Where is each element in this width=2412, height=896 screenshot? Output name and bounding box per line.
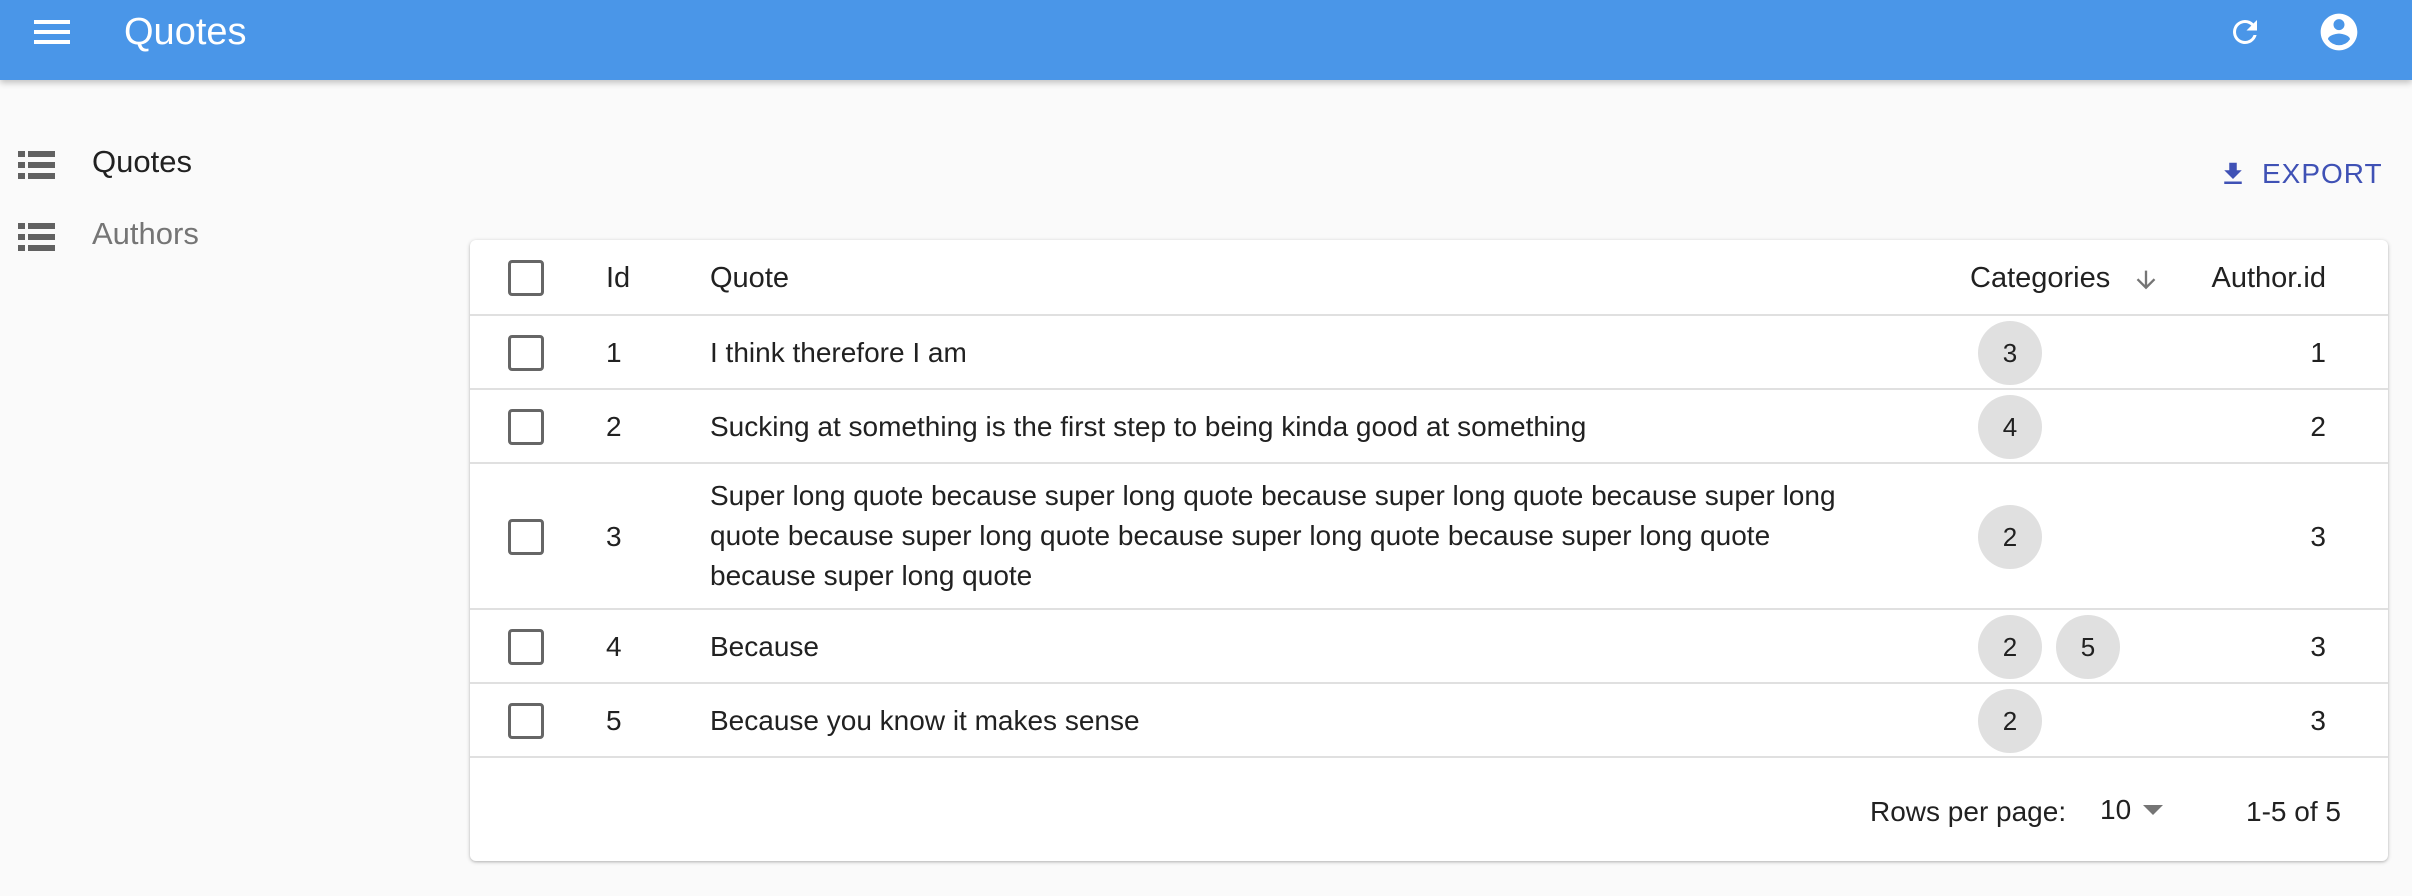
cell-quote: Because <box>710 631 819 662</box>
cell-author-id: 3 <box>2310 705 2326 736</box>
row-checkbox[interactable] <box>508 519 544 555</box>
row-checkbox[interactable] <box>508 409 544 445</box>
sidebar-item-authors[interactable]: Authors <box>0 204 300 264</box>
cell-quote: Sucking at something is the first step t… <box>710 411 1587 442</box>
rows-per-page-select[interactable]: 10 <box>2100 788 2186 832</box>
table-header-row: Id Quote Categories Author.id <box>470 240 2388 316</box>
column-header-author-id[interactable]: Author.id <box>2170 258 2326 298</box>
column-header-id[interactable]: Id <box>606 258 630 298</box>
account-button[interactable] <box>2314 8 2364 56</box>
category-chip[interactable]: 5 <box>2056 615 2120 679</box>
sidebar-item-label: Quotes <box>92 144 192 179</box>
cell-id: 4 <box>606 631 622 662</box>
rows-per-page-label: Rows per page: <box>1870 796 2067 827</box>
menu-button[interactable] <box>24 8 80 56</box>
cell-author-id: 1 <box>2310 337 2326 368</box>
row-checkbox[interactable] <box>508 335 544 371</box>
row-checkbox[interactable] <box>508 629 544 665</box>
app-bar: Quotes <box>0 0 2412 80</box>
list-icon <box>18 223 55 251</box>
table-row[interactable]: 4 Because 2 5 3 <box>470 610 2388 684</box>
sidebar-item-quotes[interactable]: Quotes <box>0 132 300 192</box>
cell-id: 3 <box>606 521 622 552</box>
pagination-range: 1-5 of 5 <box>2246 796 2341 827</box>
refresh-icon <box>2233 19 2257 44</box>
category-chip[interactable]: 2 <box>1978 615 2042 679</box>
account-circle-icon <box>2320 13 2358 51</box>
dropdown-arrow-icon <box>2143 805 2164 815</box>
category-chip[interactable]: 3 <box>1978 321 2042 385</box>
menu-icon <box>34 20 70 44</box>
cell-quote: Because you know it makes sense <box>710 705 1140 736</box>
cell-author-id: 3 <box>2310 521 2326 552</box>
refresh-button[interactable] <box>2220 8 2270 56</box>
export-label: EXPORT <box>2262 158 2383 189</box>
export-button[interactable]: EXPORT <box>2204 150 2394 198</box>
category-chip[interactable]: 4 <box>1978 395 2042 459</box>
app-title: Quotes <box>124 11 247 53</box>
download-icon <box>2224 162 2242 184</box>
table-row[interactable]: 5 Because you know it makes sense 2 3 <box>470 684 2388 758</box>
row-checkbox[interactable] <box>508 703 544 739</box>
column-header-quote[interactable]: Quote <box>710 258 789 298</box>
cell-id: 2 <box>606 411 622 442</box>
cell-id: 1 <box>606 337 622 368</box>
sidebar-item-label: Authors <box>92 216 199 251</box>
column-header-categories[interactable]: Categories <box>1970 258 2110 298</box>
list-icon <box>18 151 55 179</box>
cell-quote: Super long quote because super long quot… <box>710 480 1836 591</box>
select-all-checkbox[interactable] <box>508 260 544 296</box>
category-chip[interactable]: 2 <box>1978 505 2042 569</box>
table-row[interactable]: 3 Super long quote because super long qu… <box>470 464 2388 610</box>
rows-per-page-value: 10 <box>2100 794 2132 825</box>
cell-id: 5 <box>606 705 622 736</box>
quotes-table: Id Quote Categories Author.id 1 I think … <box>470 240 2388 861</box>
table-row[interactable]: 1 I think therefore I am 3 1 <box>470 316 2388 390</box>
cell-quote: I think therefore I am <box>710 337 967 368</box>
cell-author-id: 3 <box>2310 631 2326 662</box>
category-chip[interactable]: 2 <box>1978 689 2042 753</box>
sort-arrow-down-icon[interactable] <box>2132 266 2160 294</box>
cell-author-id: 2 <box>2310 411 2326 442</box>
table-row[interactable]: 2 Sucking at something is the first step… <box>470 390 2388 464</box>
